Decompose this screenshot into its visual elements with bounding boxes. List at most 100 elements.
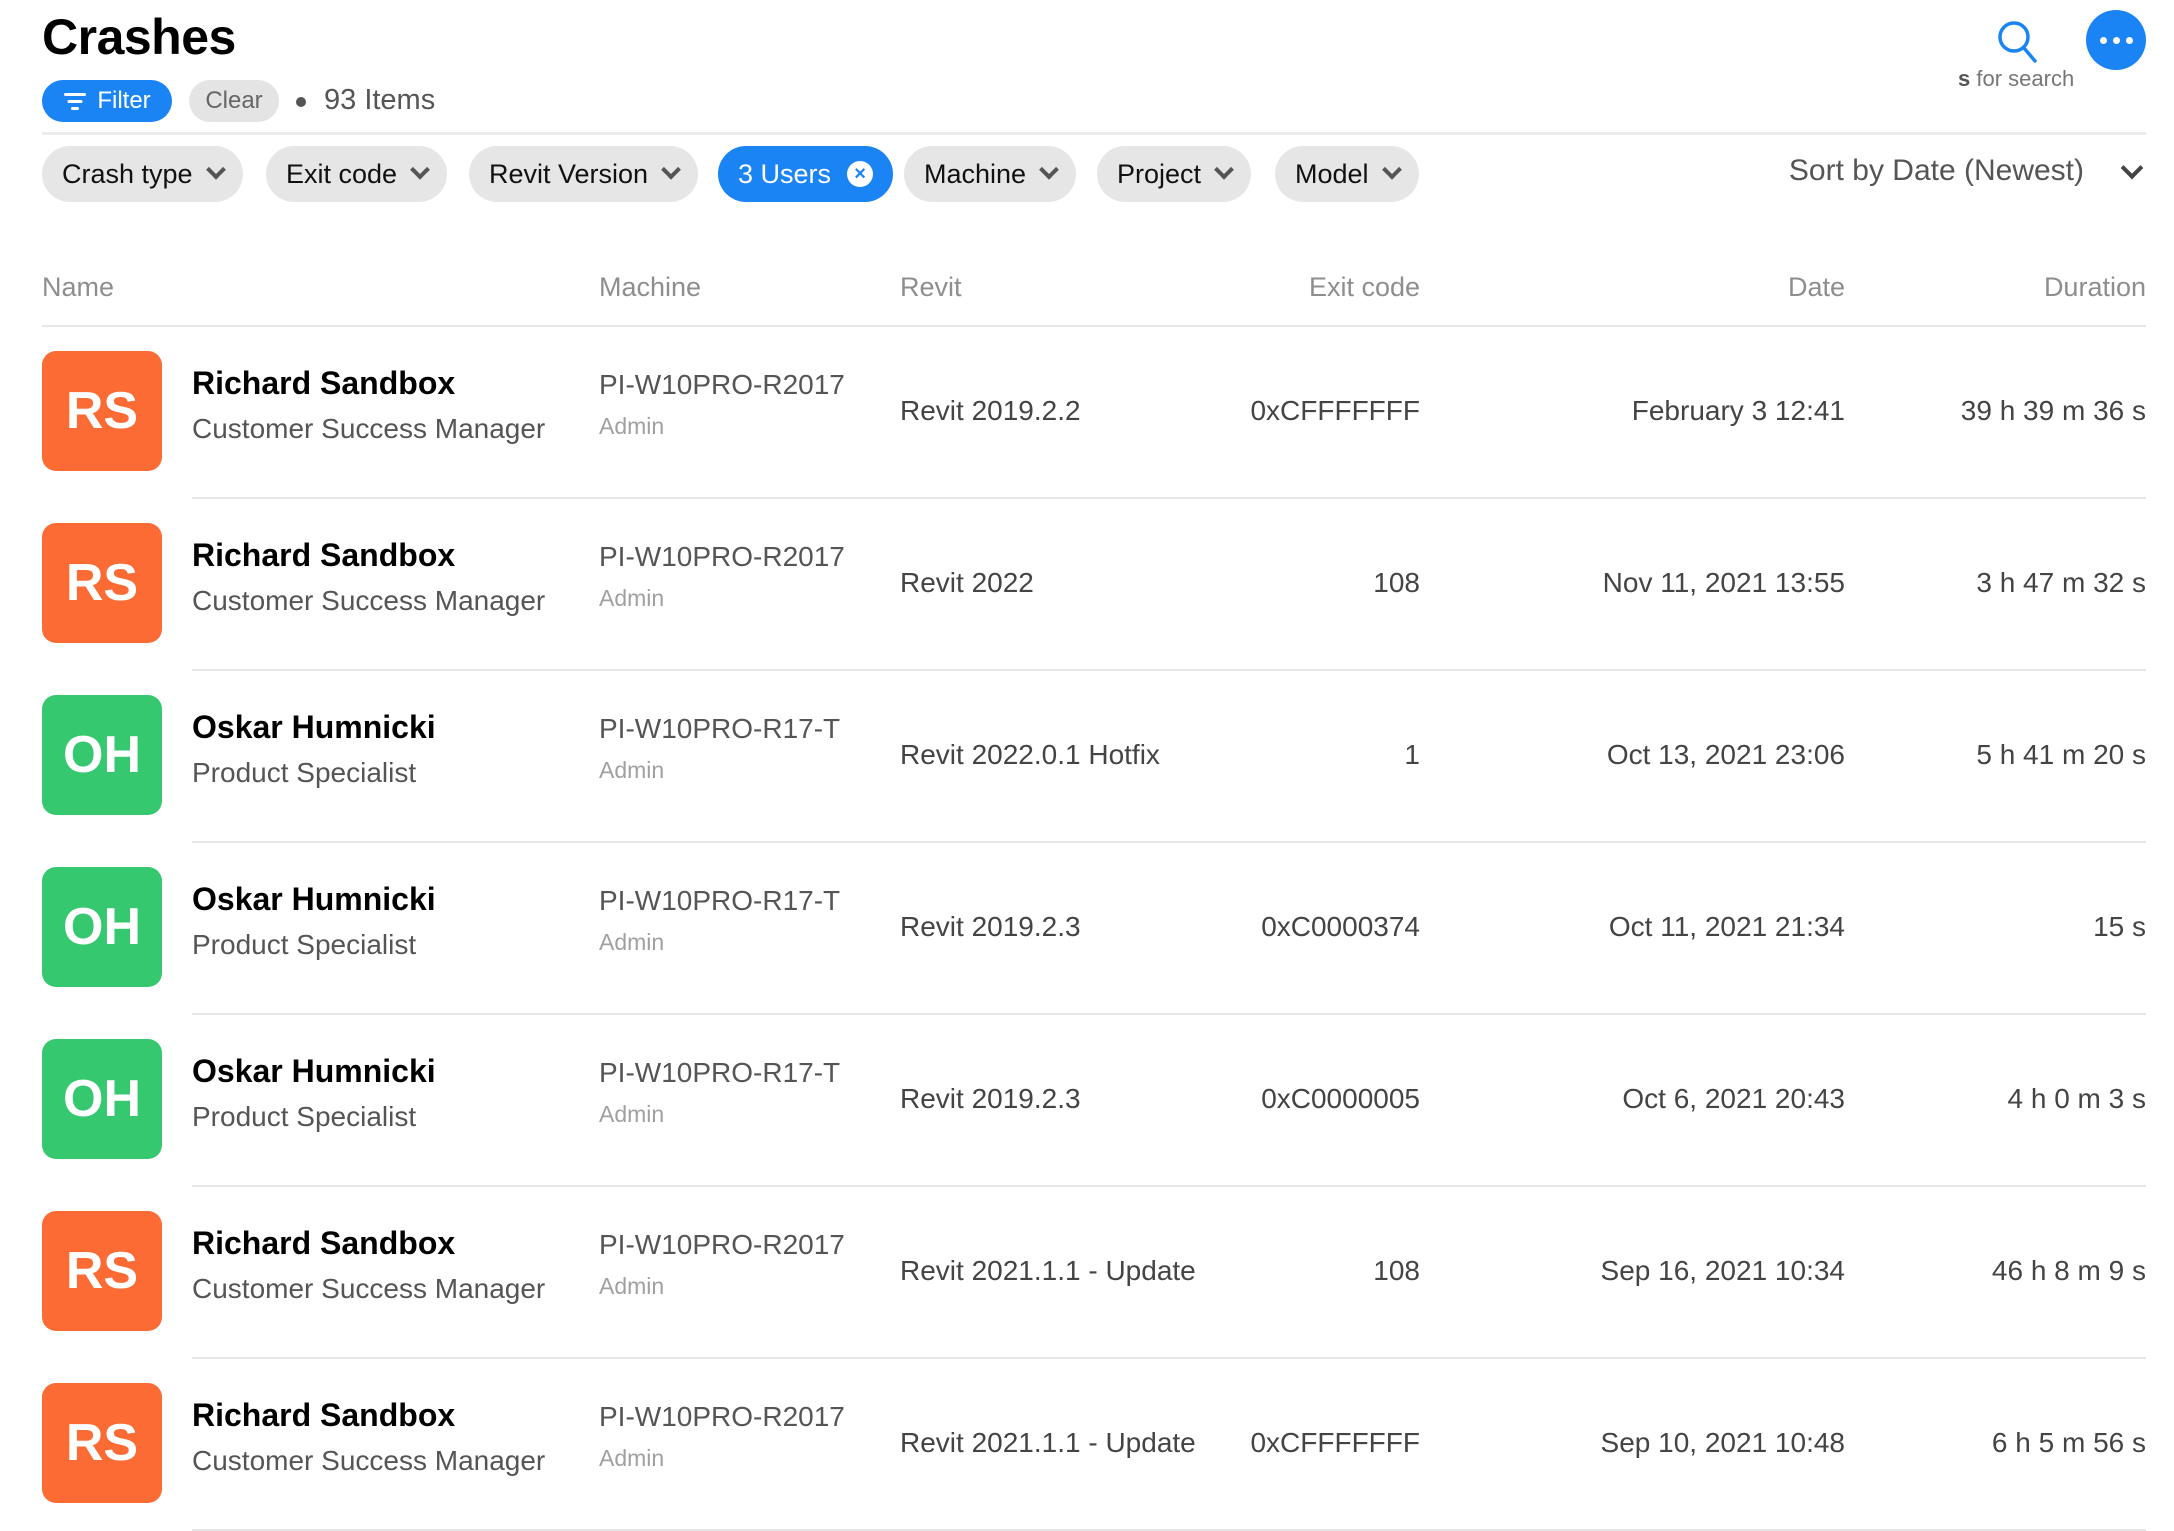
duration: 6 h 5 m 56 s [1991,1427,2146,1458]
machine-name: PI-W10PRO-R17-T [599,885,841,916]
chip-label: Revit Version [489,158,649,189]
chevron-down-icon [1039,159,1059,180]
column-header-name[interactable]: Name [42,272,114,303]
revit-version: Revit 2019.2.2 [900,395,1081,426]
duration: 3 h 47 m 32 s [1976,567,2146,598]
filter-button-label: Filter [97,87,151,114]
machine-user: Admin [599,1101,665,1127]
column-header-duration[interactable]: Duration [2044,272,2146,303]
chevron-down-icon[interactable] [2120,156,2144,180]
duration: 46 h 8 m 9 s [1991,1255,2146,1286]
user-name: Oskar Humnicki [192,881,436,917]
search-button[interactable] [1995,18,2041,68]
table-row[interactable]: OH Oskar Humnicki Product Specialist PI-… [0,1015,2174,1187]
exit-code: 0xC0000005 [1261,1083,1420,1114]
filter-chip-machine[interactable]: Machine [904,146,1077,202]
table-row[interactable]: OH Oskar Humnicki Product Specialist PI-… [0,671,2174,843]
revit-version: Revit 2019.2.3 [900,911,1081,942]
duration: 5 h 41 m 20 s [1976,739,2146,770]
more-dot-icon [2125,36,2133,44]
chevron-down-icon [1214,159,1234,180]
filter-icon [63,92,87,110]
filter-button[interactable]: Filter [42,80,172,122]
filter-chip-crash-type[interactable]: Crash type [42,146,243,202]
filter-chip-model[interactable]: Model [1275,146,1419,202]
avatar: RS [42,523,162,643]
crash-date: Oct 11, 2021 21:34 [1608,911,1845,942]
filter-chip-exit-code[interactable]: Exit code [266,146,448,202]
table-row[interactable]: RS Richard Sandbox Customer Success Mana… [0,1187,2174,1359]
more-dot-icon [2112,36,2120,44]
user-name: Oskar Humnicki [192,1053,436,1089]
table-row[interactable]: RS Richard Sandbox Customer Success Mana… [0,499,2174,671]
revit-version: Revit 2021.1.1 - Update [900,1427,1196,1458]
user-name: Richard Sandbox [192,537,456,573]
avatar: RS [42,1211,162,1331]
user-name: Oskar Humnicki [192,709,436,745]
user-name: Richard Sandbox [192,1225,456,1261]
exit-code: 0xCFFFFFFF [1250,1427,1420,1458]
avatar-initials: RS [65,1242,139,1300]
column-header-date[interactable]: Date [1788,272,1845,303]
duration: 4 h 0 m 3 s [2007,1083,2146,1114]
user-role: Product Specialist [192,929,417,960]
avatar-initials: OH [63,898,141,956]
chip-label: Machine [924,158,1027,189]
avatar: OH [42,867,162,987]
column-header-machine[interactable]: Machine [599,272,701,303]
separator-dot [296,97,306,107]
search-hint: s for search [1958,66,2074,92]
search-icon [1998,21,2037,63]
revit-version: Revit 2021.1.1 - Update [900,1255,1196,1286]
avatar: RS [42,351,162,471]
avatar-initials: OH [63,726,141,784]
clear-button[interactable]: Clear [189,80,279,122]
exit-code: 108 [1373,1255,1420,1286]
chip-label: Crash type [62,158,193,189]
sort-dropdown[interactable]: Sort by Date (Newest) [1789,154,2084,188]
page-title: Crashes [42,9,236,65]
user-role: Product Specialist [192,1101,417,1132]
table-row[interactable]: OH Oskar Humnicki Product Specialist PI-… [0,843,2174,1015]
avatar-initials: RS [65,1414,139,1472]
user-role: Customer Success Manager [192,585,546,616]
machine-name: PI-W10PRO-R2017 [599,1229,845,1260]
table-row[interactable]: RS Richard Sandbox Customer Success Mana… [0,1359,2174,1531]
machine-user: Admin [599,929,665,955]
crash-date: Oct 13, 2021 23:06 [1606,739,1845,770]
revit-version: Revit 2019.2.3 [900,1083,1081,1114]
filter-chip-project[interactable]: Project [1097,146,1252,202]
duration: 39 h 39 m 36 s [1960,395,2146,426]
user-name: Richard Sandbox [192,365,456,401]
revit-version: Revit 2022.0.1 Hotfix [900,739,1160,770]
machine-name: PI-W10PRO-R2017 [599,541,845,572]
crash-date: Oct 6, 2021 20:43 [1622,1083,1845,1114]
header-divider [42,132,2146,135]
machine-user: Admin [599,757,665,783]
chip-label: Exit code [286,158,398,189]
avatar: RS [42,1383,162,1503]
exit-code: 1 [1404,739,1420,770]
more-options-button[interactable] [2086,10,2146,70]
crash-date: February 3 12:41 [1631,395,1845,426]
machine-name: PI-W10PRO-R17-T [599,1057,841,1088]
column-header-exit-code[interactable]: Exit code [1309,272,1420,303]
chevron-down-icon [661,159,681,180]
user-role: Customer Success Manager [192,1445,546,1476]
filter-chip-revit-version[interactable]: Revit Version [469,146,699,202]
chevron-down-icon [1381,159,1402,180]
avatar-initials: RS [65,382,139,440]
avatar-initials: OH [63,1070,141,1128]
table-row[interactable]: RS Richard Sandbox Customer Success Mana… [0,327,2174,499]
items-count: 93 Items [324,84,436,116]
user-role: Product Specialist [192,757,417,788]
machine-user: Admin [599,585,665,611]
chevron-down-icon [410,159,430,180]
column-header-revit[interactable]: Revit [900,272,962,303]
duration: 15 s [2093,911,2146,942]
machine-user: Admin [599,413,665,439]
filter-chip-users[interactable]: 3 Users × [718,146,894,202]
machine-user: Admin [599,1445,665,1471]
clear-filter-icon[interactable]: × [847,161,874,187]
exit-code: 108 [1373,567,1420,598]
